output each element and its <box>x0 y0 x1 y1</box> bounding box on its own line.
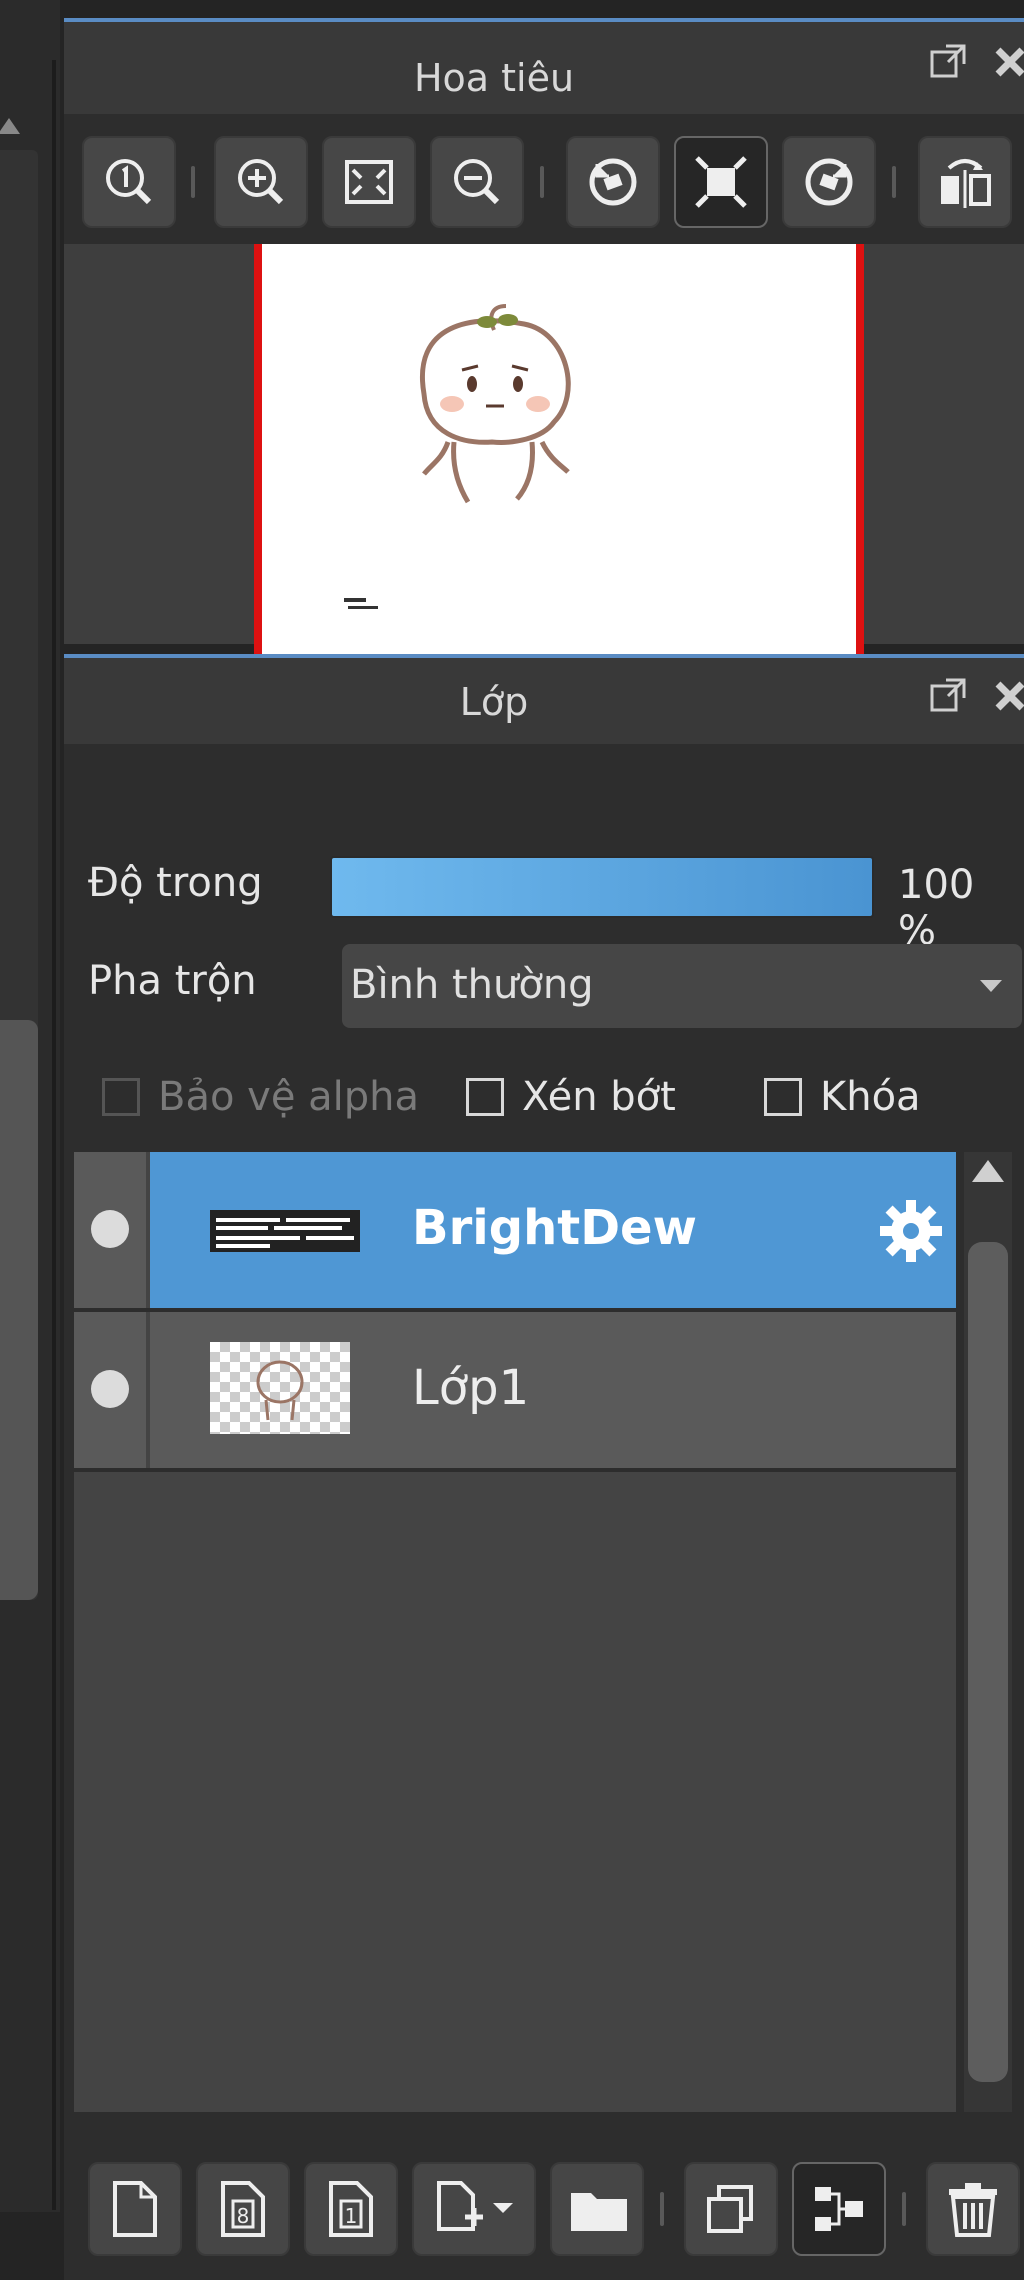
rotate-right-button[interactable] <box>782 136 876 228</box>
scroll-up-arrow-icon[interactable] <box>972 1160 1004 1182</box>
protect-alpha-label: Bảo vệ alpha <box>158 1074 420 1120</box>
duplicate-layer-button[interactable] <box>684 2162 778 2256</box>
popout-icon[interactable] <box>928 676 968 716</box>
svg-text:1: 1 <box>345 2204 358 2228</box>
toolbar-separator <box>902 2192 906 2226</box>
navigator-title: Hoa tiêu <box>413 56 575 100</box>
blend-mode-value: Bình thường <box>350 962 594 1008</box>
opacity-label: Độ trong <box>88 860 263 906</box>
checkbox-box <box>102 1078 140 1116</box>
layer-row-content[interactable]: BrightDew <box>150 1152 956 1308</box>
svg-text:8: 8 <box>237 2204 250 2228</box>
opacity-value: 100 % <box>898 862 975 954</box>
visibility-dot-icon <box>91 1370 129 1408</box>
scrollbar-thumb[interactable] <box>968 1242 1008 2082</box>
zoom-in-button[interactable] <box>214 136 308 228</box>
folder-icon <box>571 2193 627 2231</box>
add-layer-dropdown-button[interactable] <box>412 2162 536 2256</box>
checkbox-box <box>466 1078 504 1116</box>
new-layer-button[interactable] <box>88 2162 182 2256</box>
clipping-label: Xén bớt <box>522 1074 676 1120</box>
merge-icon <box>815 2187 863 2231</box>
left-scroll-thumb[interactable] <box>0 1020 38 1600</box>
navigator-preview[interactable] <box>64 244 1024 654</box>
delete-icon <box>949 2183 997 2237</box>
layer-thumbnail <box>210 1210 360 1252</box>
zoom-actual-icon <box>106 159 152 205</box>
left-panel-strip <box>0 0 60 2212</box>
new-8bit-layer-icon: 8 <box>221 2181 265 2237</box>
blend-mode-select[interactable]: Bình thường <box>342 944 1022 1028</box>
toolbar-separator <box>660 2192 664 2226</box>
flip-button[interactable] <box>918 136 1012 228</box>
character-thumbnail-icon <box>256 1360 304 1421</box>
layer-list-scrollbar[interactable] <box>964 1152 1012 2162</box>
zoom-out-icon <box>454 159 500 205</box>
rotate-left-icon <box>589 158 637 206</box>
rotate-left-button[interactable] <box>566 136 660 228</box>
canvas-view-frame <box>254 244 864 654</box>
gear-icon[interactable] <box>876 1196 946 1266</box>
row-separator <box>74 1468 956 1472</box>
layer-list: BrightDew Lớp1 <box>74 1152 956 2112</box>
layer-thumbnail <box>210 1342 350 1434</box>
lock-label: Khóa <box>820 1074 921 1120</box>
toolbar-separator <box>191 166 195 198</box>
layer-row-content[interactable]: Lớp1 <box>150 1312 956 1468</box>
layer-name: Lớp1 <box>412 1360 530 1416</box>
layer-toolbar: 8 1 <box>64 2140 1024 2280</box>
new-1bit-layer-button[interactable]: 1 <box>304 2162 398 2256</box>
popout-icon[interactable] <box>928 42 968 82</box>
navigator-panel: Hoa tiêu <box>64 18 1024 654</box>
opacity-slider[interactable] <box>330 856 874 918</box>
layer-name: BrightDew <box>412 1200 697 1256</box>
zoom-in-icon <box>238 159 284 205</box>
duplicate-icon <box>707 2185 753 2233</box>
character-illustration <box>344 304 571 609</box>
zoom-out-button[interactable] <box>430 136 524 228</box>
fit-screen-icon <box>695 156 747 208</box>
merge-layer-button[interactable] <box>792 2162 886 2256</box>
visibility-toggle[interactable] <box>74 1312 146 1468</box>
text-thumbnail-icon <box>210 1210 360 1252</box>
layer-panel-body: Độ trong 100 % Pha trộn Bình thường Bảo … <box>64 744 1024 2280</box>
blend-label: Pha trộn <box>88 958 257 1004</box>
new-layer-icon <box>113 2181 157 2237</box>
add-layer-dropdown-icon <box>437 2181 513 2231</box>
visibility-dot-icon <box>91 1210 129 1248</box>
layer-header: Lớp <box>64 658 1024 744</box>
lock-checkbox[interactable]: Khóa <box>764 1074 921 1120</box>
new-1bit-layer-icon: 1 <box>329 2181 373 2237</box>
clipping-checkbox[interactable]: Xén bớt <box>466 1074 676 1120</box>
protect-alpha-checkbox[interactable]: Bảo vệ alpha <box>102 1074 419 1120</box>
rotate-right-icon <box>805 158 853 206</box>
zoom-fit-button[interactable] <box>322 136 416 228</box>
layer-panel: Lớp Độ trong 100 % Pha trộn Bình thường … <box>64 654 1024 2280</box>
close-icon[interactable] <box>990 676 1024 716</box>
panel-divider[interactable] <box>52 60 56 2210</box>
close-icon[interactable] <box>990 42 1024 82</box>
zoom-fit-icon <box>345 160 393 204</box>
fit-screen-button[interactable] <box>674 136 768 228</box>
toolbar-separator <box>892 166 896 198</box>
chevron-down-icon <box>980 980 1002 992</box>
checkbox-box <box>764 1078 802 1116</box>
zoom-actual-button[interactable] <box>82 136 176 228</box>
scroll-up-arrow-icon[interactable] <box>0 118 20 134</box>
new-8bit-layer-button[interactable]: 8 <box>196 2162 290 2256</box>
new-folder-button[interactable] <box>550 2162 644 2256</box>
navigator-toolbar <box>64 114 1024 244</box>
canvas-thumbnail <box>262 244 856 654</box>
layer-row-selected[interactable]: BrightDew <box>74 1152 956 1308</box>
toolbar-separator <box>540 166 544 198</box>
layer-row[interactable]: Lớp1 <box>74 1312 956 1468</box>
layer-panel-title: Lớp <box>459 680 529 724</box>
visibility-toggle[interactable] <box>74 1152 146 1308</box>
delete-layer-button[interactable] <box>926 2162 1020 2256</box>
flip-icon <box>941 159 991 208</box>
